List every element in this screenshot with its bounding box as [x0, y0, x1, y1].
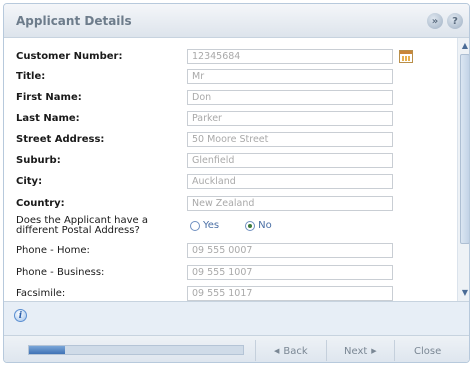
back-button-label: Back [283, 345, 308, 357]
next-button-label: Next [344, 345, 368, 357]
city-label: City: [16, 176, 43, 187]
radio-yes[interactable]: Yes [190, 220, 219, 231]
country-field[interactable]: New Zealand [187, 196, 393, 211]
form-area: Customer Number: 12345684 Title: Mr Firs… [4, 38, 457, 301]
question-icon[interactable]: ? [447, 13, 463, 29]
title-label: Title: [16, 71, 46, 82]
footer-separator [255, 340, 256, 361]
phone-home-field[interactable]: 09 555 0007 [187, 243, 393, 258]
footer-separator [326, 340, 327, 361]
first-name-field[interactable]: Don [187, 90, 393, 105]
first-name-label: First Name: [16, 92, 82, 103]
facsimile-label: Facsimile: [16, 288, 66, 299]
scroll-up-icon[interactable]: ▲ [459, 40, 469, 52]
last-name-field[interactable]: Parker [187, 111, 393, 126]
suburb-label: Suburb: [16, 155, 61, 166]
wizard-progress-fill [29, 346, 66, 354]
radio-yes-label: Yes [203, 220, 220, 231]
close-button-label: Close [414, 345, 442, 357]
back-arrow-icon: ◀ [274, 347, 280, 355]
radio-no-circle[interactable] [245, 220, 256, 231]
postal-address-radio-group: Yes No [190, 220, 272, 231]
lookup-calendar-icon[interactable] [399, 50, 413, 63]
last-name-label: Last Name: [16, 113, 80, 124]
double-chevron-down-icon[interactable]: » [427, 13, 443, 29]
radio-no-label: No [258, 220, 272, 231]
street-address-label: Street Address: [16, 134, 105, 145]
form-scrollbar[interactable]: ▲ ▼ [457, 38, 469, 301]
suburb-field[interactable]: Glenfield [187, 153, 393, 168]
wizard-progress-bar [28, 345, 244, 355]
applicant-details-dialog: Applicant Details » ? Customer Number: 1… [3, 3, 470, 363]
footer-separator [394, 340, 395, 361]
close-button[interactable]: Close [414, 343, 441, 359]
info-icon[interactable]: i [14, 309, 27, 322]
city-field[interactable]: Auckland [187, 174, 393, 189]
title-field[interactable]: Mr [187, 69, 393, 84]
phone-home-label: Phone - Home: [16, 245, 90, 256]
next-button[interactable]: Next ▶ [344, 343, 377, 359]
next-arrow-icon: ▶ [371, 347, 377, 355]
phone-business-field[interactable]: 09 555 1007 [187, 265, 393, 280]
facsimile-field[interactable]: 09 555 1017 [187, 286, 393, 301]
country-label: Country: [16, 198, 65, 209]
radio-no[interactable]: No [245, 220, 272, 231]
postal-address-question-label: Does the Applicant have a different Post… [16, 215, 148, 236]
phone-business-label: Phone - Business: [16, 267, 105, 278]
back-button[interactable]: ◀ Back [274, 343, 308, 359]
info-strip: i [4, 301, 469, 335]
wizard-footer: ◀ Back Next ▶ Close [4, 335, 469, 362]
customer-number-label: Customer Number: [16, 51, 123, 62]
street-address-field[interactable]: 50 Moore Street [187, 132, 393, 147]
scroll-thumb[interactable] [460, 54, 469, 244]
radio-yes-circle[interactable] [190, 220, 200, 231]
dialog-title: Applicant Details [16, 14, 132, 28]
scroll-down-icon[interactable]: ▼ [459, 287, 469, 299]
customer-number-field[interactable]: 12345684 [187, 49, 393, 64]
dialog-titlebar: Applicant Details » ? [4, 4, 469, 38]
